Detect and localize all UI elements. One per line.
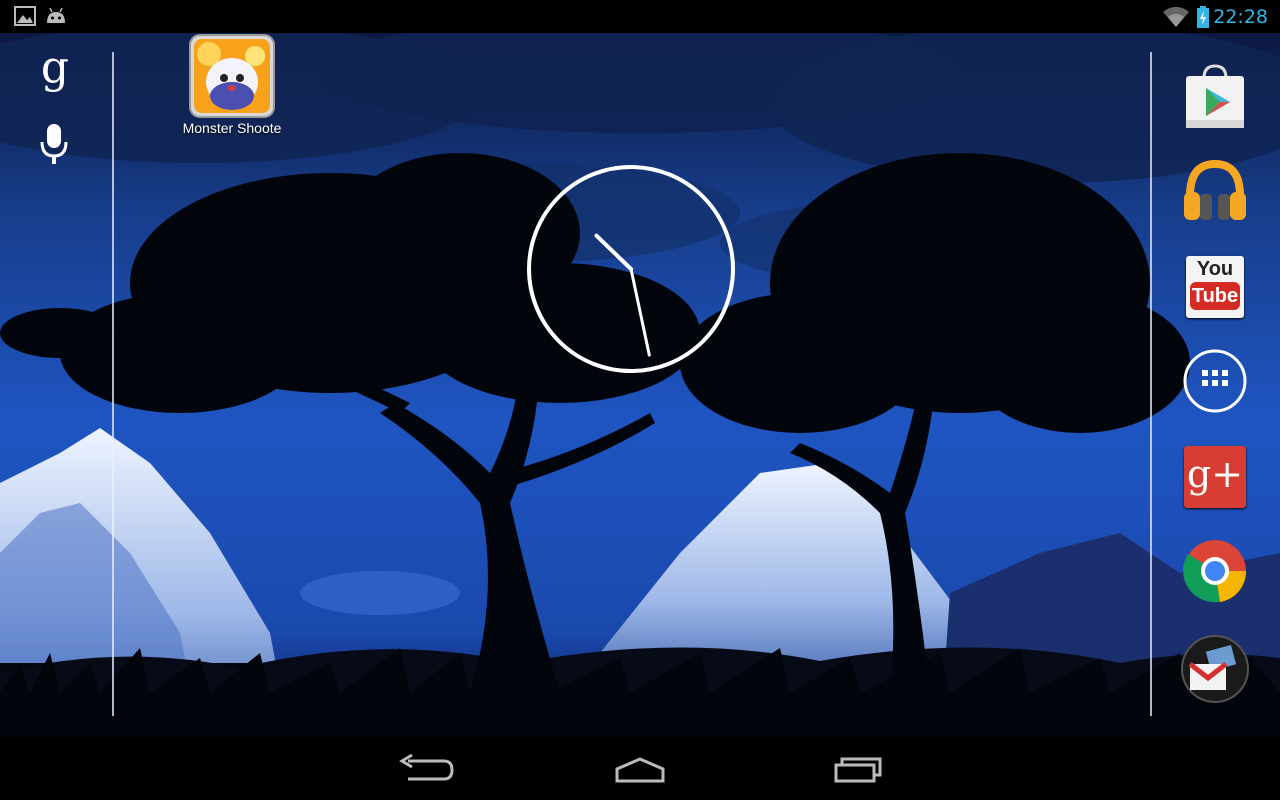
status-bar[interactable]: 22:28 <box>0 0 1280 33</box>
clock-minute-hand <box>629 267 651 357</box>
all-apps-icon[interactable] <box>1180 346 1250 416</box>
navigation-bar <box>0 737 1280 800</box>
google-plus-icon[interactable]: g+ <box>1180 442 1250 512</box>
youtube-icon[interactable]: You Tube <box>1180 252 1250 322</box>
clock-hour-hand <box>594 233 633 271</box>
play-store-icon[interactable] <box>1180 62 1250 132</box>
play-music-icon[interactable] <box>1180 156 1250 226</box>
youtube-tube-text: Tube <box>1190 282 1240 310</box>
back-icon[interactable] <box>390 751 460 787</box>
left-panel-divider <box>112 52 114 716</box>
status-time: 22:28 <box>1213 6 1268 28</box>
app-label: Monster Shoote <box>182 120 282 136</box>
monster-shooter-app-icon <box>189 34 275 118</box>
android-notification-icon <box>47 7 65 23</box>
google-search-icon[interactable]: g <box>38 46 72 92</box>
app-shortcut-monster-shooter[interactable]: Monster Shoote <box>176 34 288 144</box>
voice-search-mic-icon[interactable] <box>36 122 72 166</box>
gallery-notification-icon <box>14 6 36 26</box>
analog-clock-widget[interactable] <box>524 162 738 376</box>
gmail-icon[interactable] <box>1180 634 1250 704</box>
battery-icon <box>1197 6 1209 28</box>
google-plus-text: g+ <box>1186 452 1244 496</box>
recents-icon[interactable] <box>822 751 892 787</box>
home-icon[interactable] <box>605 751 675 787</box>
wifi-icon <box>1163 6 1189 27</box>
right-dock-divider <box>1150 52 1152 716</box>
chrome-icon[interactable] <box>1180 536 1250 606</box>
youtube-you-text: You <box>1196 258 1234 280</box>
